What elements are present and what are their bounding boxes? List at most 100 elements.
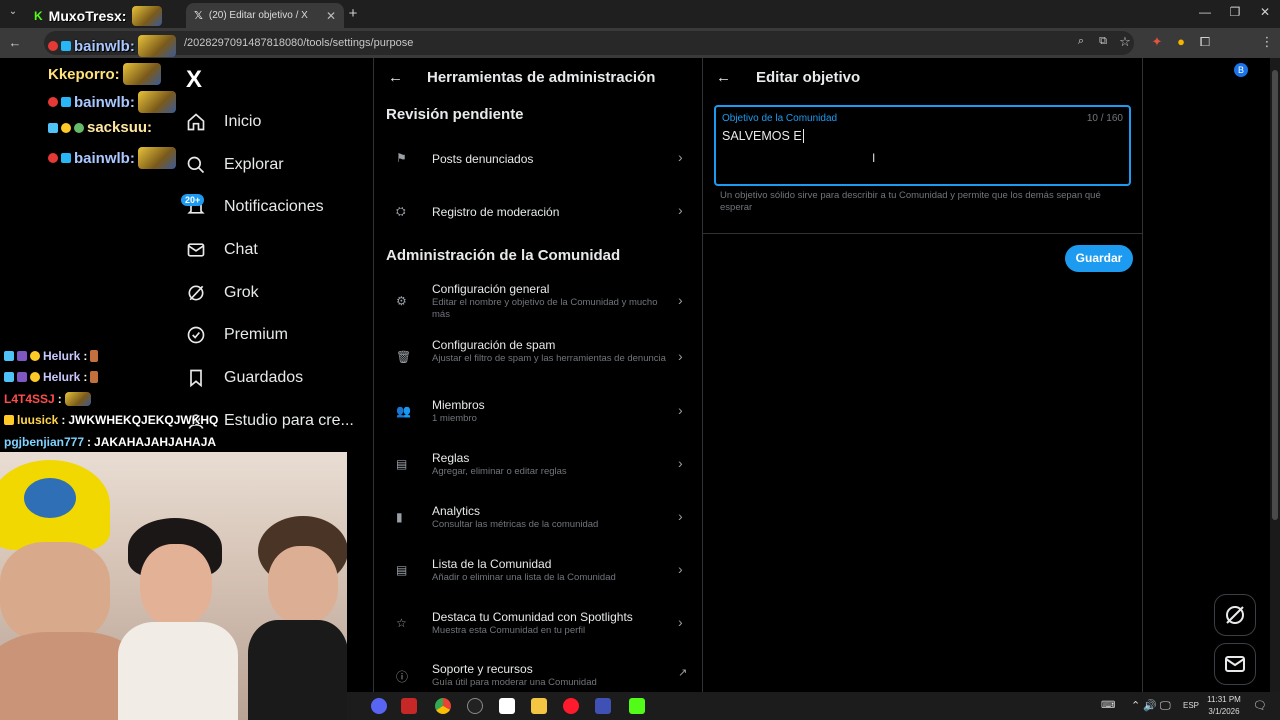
- chat-username: Kkeporro:: [48, 65, 120, 83]
- grok-fab-button[interactable]: [1214, 594, 1256, 636]
- tab-editar-objetivo[interactable]: 𝕏 (20) Editar objetivo / X ✕: [186, 3, 344, 28]
- tray-icons[interactable]: ⌃ 🔊 🖵: [1131, 699, 1171, 713]
- menu-item-lista-comunidad[interactable]: ▤ Lista de la Comunidad Añadir o elimina…: [374, 557, 702, 585]
- clock[interactable]: 11:31 PM 3/1/2026: [1203, 694, 1245, 718]
- new-tab-button[interactable]: +: [344, 5, 362, 22]
- minimize-icon[interactable]: —: [1196, 5, 1214, 19]
- menu-item-spotlights[interactable]: ☆ Destaca tu Comunidad con Spotlights Mu…: [374, 610, 702, 638]
- menu-item-title: Configuración de spam: [432, 338, 556, 352]
- grok-icon: [188, 285, 204, 301]
- menu-item-configuracion-spam[interactable]: 🗑 Configuración de spam Ajustar el filtr…: [374, 338, 702, 378]
- back-icon[interactable]: ←: [6, 35, 24, 50]
- purpose-textarea[interactable]: Objetivo de la Comunidad 10 / 160 SALVEM…: [714, 105, 1131, 186]
- extension-icon[interactable]: ●: [1172, 34, 1190, 49]
- section-heading: Administración de la Comunidad: [386, 247, 621, 264]
- sidebar-item-label: Grok: [224, 284, 259, 301]
- messages-fab-button[interactable]: [1214, 643, 1256, 685]
- app-icon[interactable]: [401, 698, 417, 714]
- save-button[interactable]: Guardar: [1065, 245, 1133, 272]
- sidebar-item-grok[interactable]: Grok: [186, 275, 259, 311]
- emote-image: [137, 91, 176, 113]
- file-explorer-icon[interactable]: [531, 698, 547, 714]
- emote-image: [122, 63, 161, 85]
- panel-title: Editar objetivo: [756, 69, 861, 86]
- keyboard-icon[interactable]: ⌨: [1101, 700, 1115, 711]
- menu-item-title: Lista de la Comunidad: [432, 557, 552, 571]
- sidebar-item-chat[interactable]: Chat: [186, 232, 258, 268]
- chevron-right-icon: ›: [678, 614, 683, 630]
- extensions-puzzle-icon[interactable]: ⧠: [1196, 34, 1214, 50]
- chat-separator: :: [83, 370, 88, 384]
- menu-item-reglas[interactable]: ▤ Reglas Agregar, eliminar o editar regl…: [374, 451, 702, 479]
- chat-username: pgjbenjian777: [4, 435, 85, 449]
- menu-item-title: Posts denunciados: [432, 152, 534, 166]
- sidebar-item-explorar[interactable]: Explorar: [186, 147, 284, 183]
- sidebar-item-label: Estudio para cre...: [224, 412, 354, 429]
- menu-item-configuracion-general[interactable]: ⚙ Configuración general Editar el nombre…: [374, 282, 702, 322]
- trash-icon: 🗑: [396, 350, 412, 364]
- profile-avatar[interactable]: B: [1234, 63, 1248, 77]
- app-icon[interactable]: [499, 698, 515, 714]
- badge-icon: [4, 351, 14, 361]
- close-window-icon[interactable]: ✕: [1256, 5, 1274, 19]
- close-tab-icon[interactable]: ✕: [326, 9, 336, 23]
- star-icon: ☆: [396, 616, 407, 630]
- sidebar-item-guardados[interactable]: Guardados: [186, 360, 303, 396]
- back-arrow-icon[interactable]: ←: [716, 69, 731, 86]
- flag-icon: ⚑: [396, 151, 407, 165]
- search-icon: [187, 156, 205, 174]
- sidebar-item-inicio[interactable]: Inicio: [186, 104, 261, 140]
- menu-item-soporte[interactable]: ⓘ Soporte y recursos Guía útil para mode…: [374, 662, 702, 690]
- sidebar-item-notificaciones[interactable]: Notificaciones: [186, 189, 324, 225]
- badge-icon: [61, 153, 71, 163]
- menu-item-subtitle: Ajustar el filtro de spam y las herramie…: [432, 353, 666, 364]
- badge-icon: [61, 122, 71, 133]
- chat-message: JAKAHAJAHJAHAJA: [94, 435, 217, 449]
- address-bar[interactable]: /2028297091487818080/tools/settings/purp…: [44, 31, 1134, 55]
- webcam-feed: [0, 452, 347, 720]
- chat-separator: :: [57, 392, 62, 406]
- extension-icon[interactable]: ✦: [1148, 34, 1166, 50]
- menu-item-title: Configuración general: [432, 282, 550, 296]
- chat-line: bainwlb:: [48, 91, 176, 113]
- menu-item-analytics[interactable]: ▮ Analytics Consultar las métricas de la…: [374, 504, 702, 532]
- chat-separator: :: [61, 413, 66, 427]
- chat-line: Kkeporro:: [48, 63, 161, 85]
- url-text: /2028297091487818080/tools/settings/purp…: [184, 37, 414, 49]
- scrollbar-thumb[interactable]: [1272, 70, 1278, 520]
- zoom-icon[interactable]: ⌕: [1072, 35, 1090, 48]
- emote-image: [90, 371, 99, 383]
- tab-title: (20) Editar objetivo / X: [208, 10, 308, 21]
- kick-icon[interactable]: [629, 698, 645, 714]
- section-heading: Revisión pendiente: [386, 106, 524, 123]
- chevron-right-icon: ›: [678, 455, 683, 471]
- menu-item-posts-denunciados[interactable]: ⚑ Posts denunciados ›: [374, 144, 702, 172]
- language-indicator[interactable]: ESP: [1183, 701, 1199, 710]
- browser-toolbar: ← /2028297091487818080/tools/settings/pu…: [0, 28, 1280, 77]
- chrome-icon[interactable]: [435, 698, 451, 714]
- notifications-icon[interactable]: 🗨: [1253, 699, 1267, 712]
- menu-icon[interactable]: ⋮: [1258, 34, 1276, 50]
- chat-username: Helurk: [43, 370, 81, 384]
- opera-icon[interactable]: [563, 698, 579, 714]
- sidebar-item-premium[interactable]: Premium: [186, 317, 288, 353]
- moderation-log-icon: ⛭: [396, 204, 406, 218]
- menu-item-subtitle: Consultar las métricas de la comunidad: [432, 519, 599, 530]
- menu-item-miembros[interactable]: 👥 Miembros 1 miembro ›: [374, 398, 702, 426]
- scrollbar[interactable]: [1270, 58, 1280, 692]
- app-icon[interactable]: [467, 698, 483, 714]
- home-icon: [187, 113, 205, 131]
- tab-search-icon[interactable]: ⌄: [4, 6, 22, 17]
- back-arrow-icon[interactable]: ←: [388, 69, 403, 86]
- menu-item-title: Reglas: [432, 451, 470, 465]
- tab-stream[interactable]: K MuxoTresx:: [26, 3, 184, 28]
- install-icon[interactable]: ⧉: [1094, 35, 1112, 48]
- restore-icon[interactable]: ❐: [1226, 5, 1244, 19]
- bookmark-star-icon[interactable]: ☆: [1116, 34, 1134, 50]
- menu-item-registro-moderacion[interactable]: ⛭ Registro de moderación ›: [374, 198, 702, 226]
- divider: [703, 233, 1142, 234]
- app-icon[interactable]: [595, 698, 611, 714]
- discord-icon[interactable]: [371, 698, 387, 714]
- sidebar-item-label: Notificaciones: [224, 198, 324, 215]
- x-logo-icon[interactable]: X: [186, 66, 202, 94]
